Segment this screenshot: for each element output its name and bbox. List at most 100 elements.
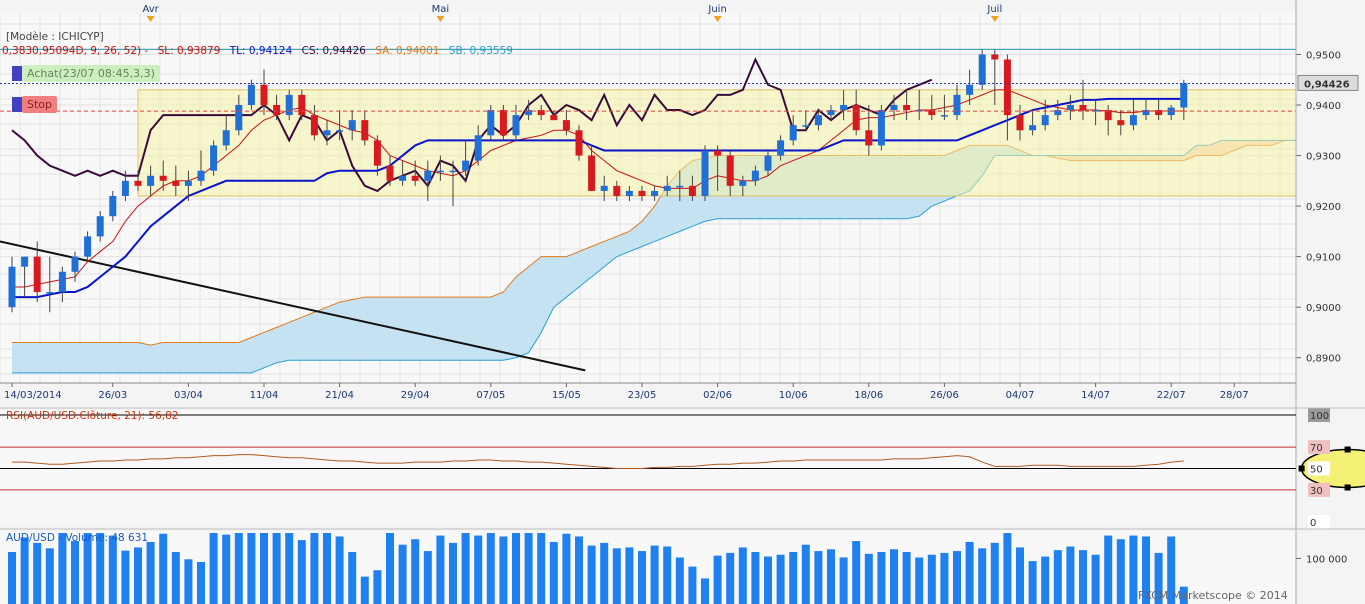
volume-bar (272, 533, 281, 604)
date-tick-label: 26/03 (98, 390, 127, 401)
volume-bar (474, 535, 483, 604)
candle-body (285, 94, 293, 116)
volume-bar (171, 551, 180, 604)
ichimoku-name: 0,3830,95094 (2, 45, 76, 57)
kumo-segment (163, 342, 176, 373)
candle-body (562, 120, 570, 131)
candle-body (764, 155, 772, 171)
volume-bar (650, 545, 659, 604)
candle-body (802, 125, 810, 127)
volume-bar (625, 547, 634, 604)
kumo-segment (213, 342, 227, 373)
volume-bar (940, 552, 949, 604)
kumo-segment (12, 342, 25, 373)
volume-bar (297, 540, 306, 604)
candle-body (336, 130, 344, 132)
candle-body (499, 110, 507, 136)
candle-body (84, 236, 92, 257)
kumo-segment (49, 342, 63, 373)
kumo-segment (314, 307, 327, 361)
volume-bar (360, 576, 369, 604)
kumo-segment (138, 342, 151, 373)
rsi-tick-label: 30 (1310, 486, 1323, 497)
date-tick-label: 10/06 (779, 390, 808, 401)
candle-body (588, 155, 596, 191)
kumo-segment (238, 337, 252, 373)
candle-body (449, 170, 457, 173)
chart-canvas[interactable]: 0,9500 0,9400 0,9300 0,9200 0,9100 0,9000 0,89… (0, 0, 1365, 604)
candle-body (550, 115, 558, 121)
candle-body (739, 180, 747, 186)
volume-bar (953, 551, 961, 604)
candle-body (688, 185, 696, 196)
date-tick-label: 26/06 (930, 390, 959, 401)
kumo-segment (415, 297, 428, 361)
price-tick-label: 0,9400 (1306, 101, 1341, 112)
price-tick-label: 0,9000 (1306, 303, 1341, 314)
candle-body (373, 140, 381, 166)
volume-bar (675, 557, 684, 604)
candle-body (310, 115, 318, 136)
volume-bar (587, 545, 596, 604)
candle-body (600, 185, 608, 191)
candle-body (298, 94, 306, 116)
volume-bar (323, 533, 331, 604)
volume-bar (398, 544, 407, 604)
date-tick-label: 14/07 (1081, 390, 1110, 401)
volume-bar (965, 541, 974, 604)
volume-bar (1041, 556, 1050, 604)
date-axis: 14/03/2014 26/03 03/04 11/04 21/04 29/04 07/05… (0, 382, 1296, 401)
price-axis-bg (1296, 14, 1365, 383)
volume-bar (562, 533, 571, 604)
date-tick-label: 14/03/2014 (4, 390, 62, 401)
kumo-segment (37, 342, 50, 373)
price-tick-label: 0,9200 (1306, 202, 1341, 213)
date-tick-label: 11/04 (250, 390, 279, 401)
volume-bar (864, 553, 873, 604)
month-label: Juil (986, 4, 1002, 15)
ellipse-handle (1298, 465, 1305, 472)
sa-value: SA: 0,94001 (375, 45, 440, 57)
volume-label: AUD/USD - Volume: 48 631 (6, 532, 149, 544)
volume-bar (764, 556, 772, 604)
volume-bar (726, 552, 735, 604)
kumo-segment (150, 342, 164, 373)
volume-bar (827, 549, 835, 604)
month-label: Mai (432, 4, 450, 15)
rsi-tick-label: 100 (1310, 411, 1329, 422)
volume-bar (600, 542, 609, 604)
candle-body (1016, 115, 1024, 131)
candle-body (386, 165, 394, 181)
candle-body (840, 104, 848, 111)
volume-bar (1079, 550, 1087, 604)
stop-signal-label[interactable]: Stop (22, 96, 58, 113)
cs-value: CS: 0,94426 (301, 45, 366, 57)
price-tick-label: 0,9500 (1306, 50, 1341, 61)
volume-bar (915, 557, 924, 604)
volume-bar (890, 549, 898, 604)
volume-bar (348, 551, 357, 604)
rsi-tick-label: 70 (1310, 443, 1323, 454)
volume-bar (285, 533, 294, 604)
volume-bar (1116, 539, 1125, 604)
volume-bar (20, 537, 29, 604)
volume-bar (411, 539, 420, 604)
candle-body (1066, 104, 1074, 111)
candle-body (121, 180, 129, 196)
ellipse-handle (1344, 446, 1351, 453)
volume-bar (423, 551, 432, 604)
candle-body (184, 180, 192, 186)
volume-bar (335, 536, 344, 604)
buy-signal-label[interactable]: Achat(23/07 08:45,3,3) (22, 65, 160, 82)
volume-bar (234, 533, 243, 604)
volume-bar (839, 557, 848, 604)
candle-body (651, 190, 659, 196)
ellipse-handle (1344, 484, 1351, 491)
volume-bar (222, 534, 231, 604)
kumo-segment (478, 297, 491, 361)
tl-value: TL: 0,94124 (229, 45, 293, 57)
volume-bar (1053, 550, 1062, 604)
volume-bar (801, 544, 810, 604)
kumo-segment (226, 342, 239, 373)
date-tick-label: 02/06 (703, 390, 732, 401)
